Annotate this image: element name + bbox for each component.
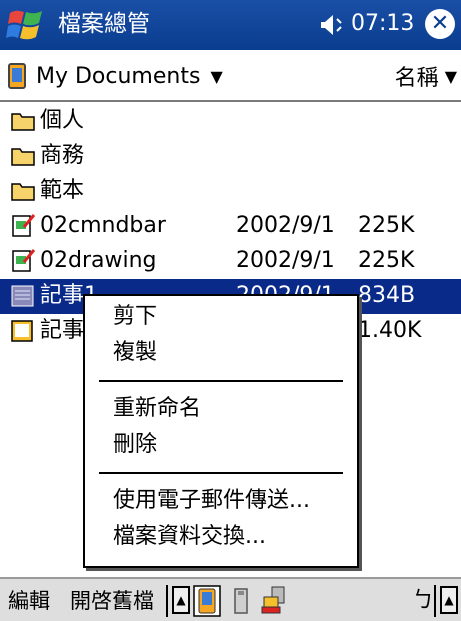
close-icon[interactable]: ✕: [425, 9, 455, 39]
folder-dropdown[interactable]: My Documents ▼: [8, 60, 223, 92]
document-icon: [12, 214, 36, 237]
chevron-down-icon: ▼: [210, 66, 223, 86]
menu-item-rename[interactable]: 重新命名: [113, 394, 201, 424]
file-name: 記事: [40, 318, 85, 343]
device-icon[interactable]: [193, 585, 221, 617]
folder-icon: [11, 183, 35, 201]
storage-card-icon[interactable]: [227, 585, 255, 617]
file-name: 02cmndbar: [40, 213, 166, 238]
menu-item-beam-file[interactable]: 檔案資料交換...: [113, 522, 266, 552]
sort-label: 名稱: [394, 66, 439, 91]
file-name: 02drawing: [40, 248, 157, 273]
file-date: 2002/9/1: [236, 248, 335, 273]
menu-item-send-email[interactable]: 使用電子郵件傳送...: [113, 486, 310, 516]
file-name: 商務: [40, 143, 85, 168]
menu-divider: [99, 380, 343, 382]
bottom-toolbar: 編輯 開啓舊檔 ▲ ㄅ ▲: [0, 577, 461, 621]
list-item[interactable]: 02drawing 2002/9/1 225K: [0, 244, 461, 279]
up-arrow-icon[interactable]: ▲: [172, 586, 190, 614]
folder-label: My Documents: [36, 63, 201, 89]
toolbar-divider: [166, 585, 168, 617]
file-date: 2002/9/1: [236, 213, 335, 238]
context-menu: 剪下 複製 重新命名 刪除 使用電子郵件傳送... 檔案資料交換...: [83, 294, 359, 568]
chevron-down-icon: ▼: [444, 66, 457, 86]
file-size: 225K: [358, 248, 415, 273]
windows-flag-icon[interactable]: [6, 7, 46, 43]
menu-item-cut[interactable]: 剪下: [113, 302, 157, 332]
file-size: 834B: [358, 283, 416, 308]
app-title: 檔案總管: [58, 11, 150, 37]
list-item[interactable]: 範本: [0, 174, 461, 209]
edit-menu[interactable]: 編輯: [8, 587, 50, 615]
clock[interactable]: 07:13: [351, 9, 414, 39]
device-icon: [8, 63, 26, 89]
note-icon: [11, 320, 33, 342]
list-item[interactable]: 商務: [0, 139, 461, 174]
folder-icon: [11, 148, 35, 166]
file-size: 225K: [358, 213, 415, 238]
list-item[interactable]: 個人: [0, 104, 461, 139]
file-name: 個人: [40, 108, 85, 133]
up-arrow-icon[interactable]: ▲: [440, 586, 458, 614]
file-name: 範本: [40, 178, 85, 203]
title-bar: 檔案總管 07:13 ✕: [0, 0, 461, 50]
undo-icon[interactable]: ㄅ: [412, 587, 434, 615]
toolbar-divider: [434, 585, 436, 617]
menu-divider: [99, 472, 343, 474]
folder-icon: [11, 113, 35, 131]
sort-dropdown[interactable]: 名稱 ▼: [395, 60, 457, 92]
file-size: 1.40K: [358, 318, 422, 343]
note-icon: [11, 285, 34, 307]
list-item[interactable]: 02cmndbar 2002/9/1 225K: [0, 209, 461, 244]
menu-item-copy[interactable]: 複製: [113, 338, 157, 368]
location-bar: My Documents ▼ 名稱 ▼: [0, 52, 461, 102]
speaker-icon[interactable]: [319, 11, 351, 39]
open-menu[interactable]: 開啓舊檔: [70, 587, 154, 615]
document-icon: [12, 249, 36, 272]
network-share-icon[interactable]: [260, 585, 288, 617]
menu-item-delete[interactable]: 刪除: [113, 430, 157, 460]
